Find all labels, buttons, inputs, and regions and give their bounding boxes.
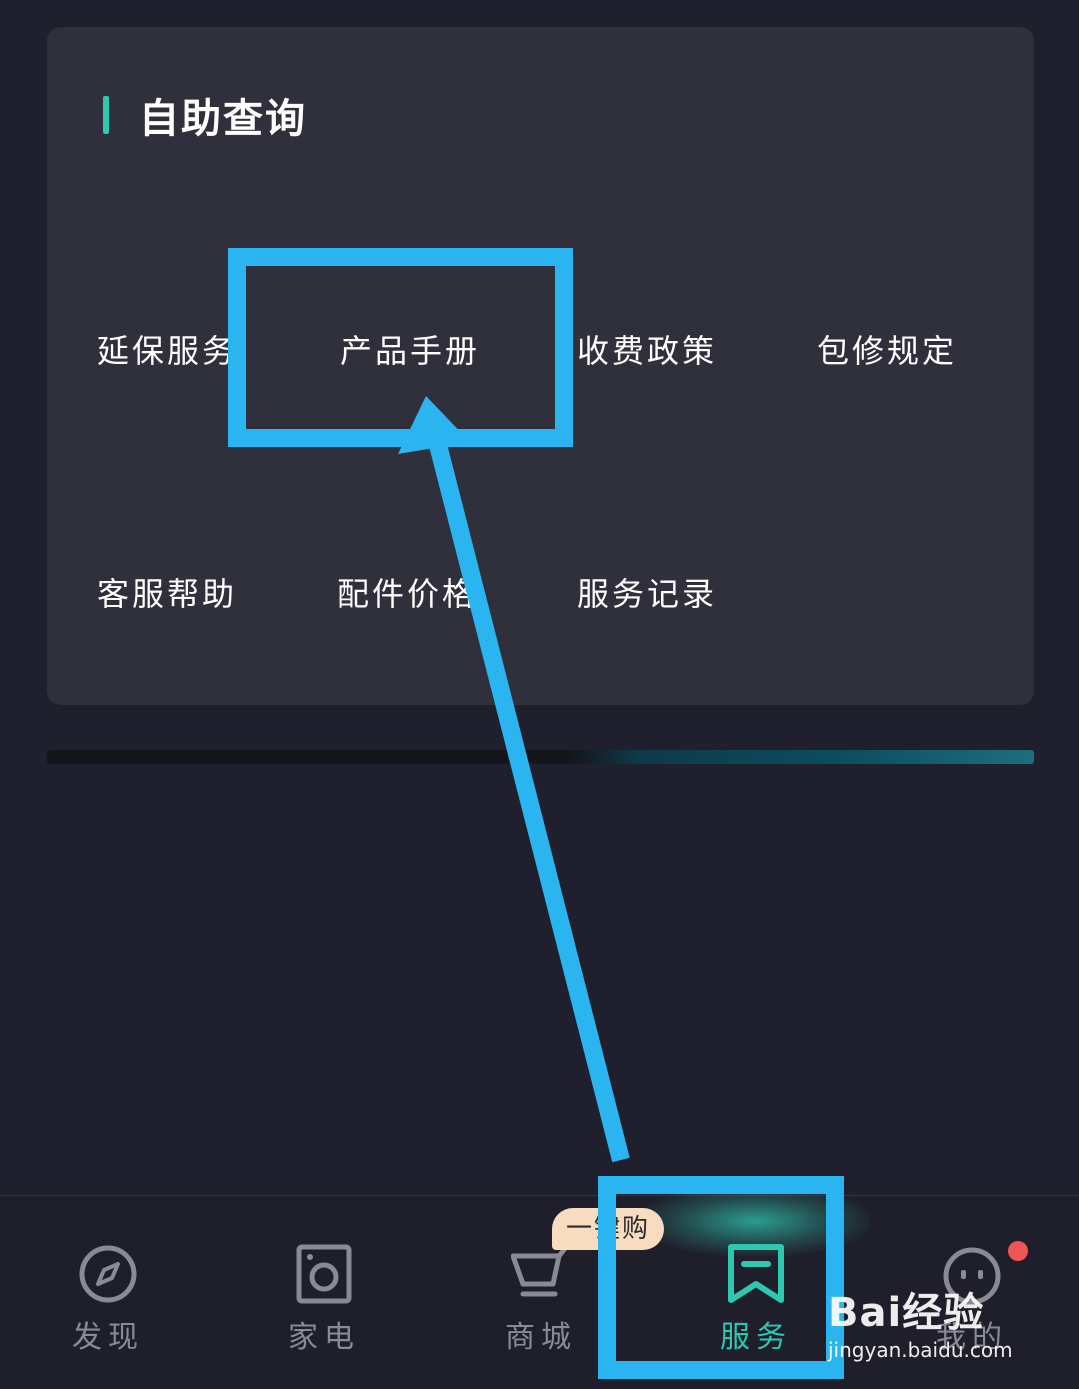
nav-label-mall: 商城 bbox=[505, 1320, 577, 1355]
section-header: 自助查询 bbox=[103, 85, 307, 145]
screen: 自助查询 延保服务 产品手册 收费政策 包修规定 客服帮助 配件价格 服务记录 … bbox=[0, 0, 1079, 1389]
self-service-card: 自助查询 延保服务 产品手册 收费政策 包修规定 客服帮助 配件价格 服务记录 bbox=[47, 27, 1034, 705]
grid-item-fee-policy[interactable]: 收费政策 bbox=[577, 326, 717, 376]
section-title: 自助查询 bbox=[139, 96, 307, 142]
washer-icon bbox=[296, 1244, 352, 1304]
grid-item-service-records[interactable]: 服务记录 bbox=[577, 569, 717, 619]
nav-item-mall[interactable]: 商城 bbox=[471, 1236, 611, 1356]
cart-icon bbox=[511, 1244, 570, 1297]
nav-item-appliances[interactable]: 家电 bbox=[254, 1236, 394, 1356]
nav-label-discover: 发现 bbox=[72, 1320, 144, 1355]
compass-icon bbox=[79, 1245, 137, 1303]
nav-label-appliances: 家电 bbox=[288, 1320, 360, 1355]
promo-badge[interactable]: 一键购 bbox=[552, 1208, 664, 1250]
nav-item-discover[interactable]: 发现 bbox=[38, 1236, 178, 1356]
baidu-jingyan-watermark: Bai经验 jingyan.baidu.com bbox=[828, 1272, 1028, 1372]
grid-item-warranty-rules[interactable]: 包修规定 bbox=[817, 326, 957, 376]
watermark-brand: Bai经验 bbox=[828, 1290, 985, 1336]
section-accent-bar bbox=[103, 96, 109, 134]
service-bookmark-icon bbox=[728, 1244, 784, 1303]
banner-strip[interactable] bbox=[47, 750, 1034, 764]
grid-item-extended-warranty[interactable]: 延保服务 bbox=[97, 326, 237, 376]
nav-label-service: 服务 bbox=[720, 1320, 792, 1355]
watermark-site: jingyan.baidu.com bbox=[828, 1338, 1013, 1362]
grid-item-parts-price[interactable]: 配件价格 bbox=[337, 569, 477, 619]
grid-item-customer-help[interactable]: 客服帮助 bbox=[97, 569, 237, 619]
notification-dot bbox=[1008, 1241, 1028, 1261]
nav-item-service[interactable]: 服务 bbox=[686, 1236, 826, 1356]
grid-item-product-manual[interactable]: 产品手册 bbox=[340, 326, 480, 376]
